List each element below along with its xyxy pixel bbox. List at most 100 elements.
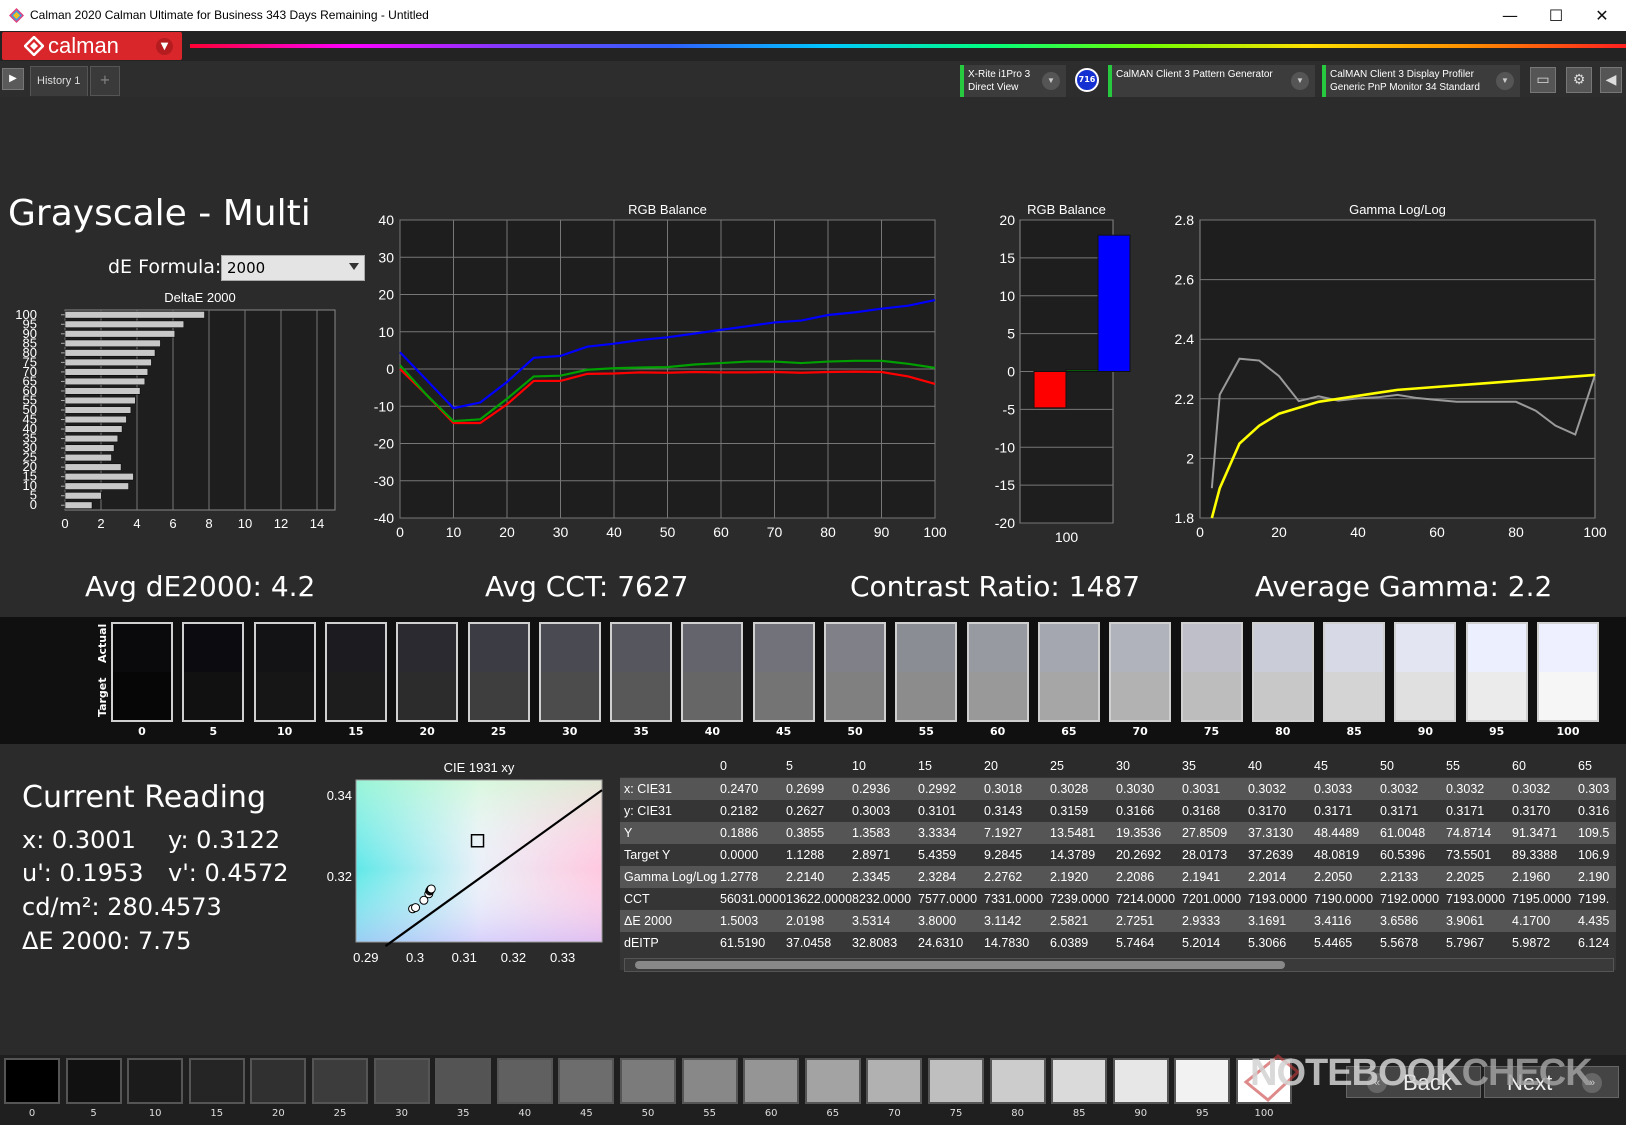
table-row[interactable]: x: CIE31 0.2470 0.2699 0.2936 0.2992 0.3018 0.… (620, 778, 1616, 800)
pattern-swatch[interactable] (558, 1058, 615, 1104)
column-header[interactable]: 0 (720, 759, 727, 773)
pattern-swatch[interactable] (804, 1058, 861, 1104)
grayscale-swatch[interactable] (396, 622, 459, 722)
display-control-icon[interactable]: ▭ (1530, 67, 1556, 93)
table-horizontal-scrollbar[interactable] (624, 958, 1614, 972)
row-header: x: CIE31 (624, 782, 672, 796)
grayscale-swatch[interactable] (610, 622, 673, 722)
grayscale-swatch[interactable] (324, 622, 387, 722)
close-button[interactable]: ✕ (1582, 4, 1622, 28)
chevron-down-icon[interactable]: ▼ (156, 38, 173, 55)
collapse-arrow-icon[interactable]: ◀ (1600, 67, 1622, 93)
pattern-swatch[interactable] (435, 1058, 492, 1104)
table-cell: 7192.0000 (1380, 892, 1440, 906)
column-header[interactable]: 30 (1116, 759, 1130, 773)
pattern-swatch[interactable] (1174, 1058, 1231, 1104)
grayscale-swatch[interactable] (1323, 622, 1386, 722)
page-title: Grayscale - Multi (8, 193, 311, 234)
pattern-swatch[interactable] (620, 1058, 676, 1104)
scrollbar-thumb[interactable] (635, 961, 1285, 969)
pattern-swatch[interactable] (312, 1058, 368, 1104)
pattern-swatch[interactable] (928, 1058, 984, 1104)
grayscale-swatch[interactable] (966, 622, 1029, 722)
pattern-swatch[interactable] (188, 1058, 245, 1104)
pattern-swatch[interactable] (250, 1058, 307, 1104)
grayscale-swatch[interactable] (111, 622, 173, 722)
table-row[interactable]: ΔE 2000 1.5003 2.0198 3.5314 3.8000 3.1142 2.5… (620, 910, 1616, 932)
grayscale-swatch[interactable] (1251, 622, 1314, 722)
column-header[interactable]: 15 (918, 759, 932, 773)
column-header[interactable]: 60 (1512, 759, 1526, 773)
table-row[interactable]: y: CIE31 0.2182 0.2627 0.3003 0.3101 0.3143 0.… (620, 800, 1616, 822)
pattern-swatch[interactable] (681, 1058, 738, 1104)
column-header[interactable]: 45 (1314, 759, 1328, 773)
column-header[interactable]: 55 (1446, 759, 1460, 773)
chevron-down-icon[interactable]: ▼ (1496, 72, 1514, 90)
grayscale-swatch[interactable] (1465, 622, 1528, 722)
table-cell: 0.3018 (984, 782, 1023, 796)
column-header[interactable]: 5 (786, 759, 793, 773)
chevron-down-icon[interactable]: ▼ (1042, 72, 1060, 90)
grayscale-swatch[interactable] (752, 622, 815, 722)
grayscale-swatch[interactable] (253, 622, 316, 722)
play-arrow-icon[interactable]: ▶ (2, 68, 24, 90)
pattern-swatch-label: 40 (518, 1108, 532, 1119)
meter-device-selector[interactable]: X-Rite i1Pro 3 Direct View ▼ (960, 65, 1066, 97)
pattern-swatch[interactable] (127, 1058, 184, 1104)
pattern-swatch[interactable] (373, 1058, 430, 1104)
pattern-swatch[interactable] (866, 1058, 923, 1104)
column-header[interactable]: 40 (1248, 759, 1262, 773)
minimize-button[interactable]: — (1490, 4, 1530, 28)
grayscale-swatch[interactable] (1394, 622, 1457, 722)
grayscale-swatch[interactable] (1537, 622, 1599, 722)
meter-status-badge[interactable]: 716 (1075, 68, 1099, 92)
chevron-down-icon[interactable] (349, 263, 359, 270)
table-row[interactable]: Y 0.1886 0.3855 1.3583 3.3334 7.1927 13.5481 19… (620, 822, 1616, 844)
calman-logo-menu[interactable]: calman ▼ (2, 32, 182, 60)
table-cell: 2.3345 (852, 870, 891, 884)
display-profiler-selector[interactable]: CalMAN Client 3 Display Profiler Generic… (1322, 65, 1520, 97)
pattern-swatch[interactable] (496, 1058, 553, 1104)
table-row[interactable]: Gamma Log/Log 1.2778 2.2140 2.3345 2.3284 2.2… (620, 866, 1616, 888)
grayscale-swatch[interactable] (895, 622, 958, 722)
table-cell: 7193.0000 (1248, 892, 1308, 906)
pattern-swatch[interactable] (1051, 1058, 1108, 1104)
pattern-swatch[interactable] (1112, 1058, 1169, 1104)
table-cell: 0.3031 (1182, 782, 1221, 796)
pattern-generator-selector[interactable]: CalMAN Client 3 Pattern Generator ▼ (1108, 65, 1315, 97)
grayscale-swatch[interactable] (1037, 622, 1100, 722)
grayscale-swatch[interactable] (467, 622, 530, 722)
pattern-swatch[interactable] (65, 1058, 122, 1104)
column-header[interactable]: 20 (984, 759, 998, 773)
pattern-swatch[interactable] (4, 1058, 60, 1104)
column-header[interactable]: 35 (1182, 759, 1196, 773)
column-header[interactable]: 10 (852, 759, 866, 773)
pattern-swatch[interactable] (989, 1058, 1046, 1104)
grayscale-swatch[interactable] (681, 622, 744, 722)
gear-icon[interactable]: ⚙ (1566, 67, 1592, 93)
table-cell: 48.4489 (1314, 826, 1360, 840)
add-tab-button[interactable]: + (90, 66, 120, 96)
grayscale-swatch[interactable] (824, 622, 886, 722)
de-formula-select[interactable]: 2000 (221, 255, 365, 281)
table-row[interactable]: Target Y 0.0000 1.1288 2.8971 5.4359 9.2845 14… (620, 844, 1616, 866)
grayscale-swatch[interactable] (1180, 622, 1243, 722)
grayscale-swatch[interactable] (182, 622, 245, 722)
chevron-down-icon[interactable]: ▼ (1291, 72, 1309, 90)
deltae-bar (64, 358, 152, 366)
table-cell: 1.5003 (720, 914, 759, 928)
column-header[interactable]: 50 (1380, 759, 1394, 773)
column-header[interactable]: 65 (1578, 759, 1592, 773)
grayscale-swatch[interactable] (1109, 622, 1172, 722)
pattern-swatch[interactable] (743, 1058, 800, 1104)
grayscale-swatch[interactable] (538, 622, 601, 722)
x-tick-label: 30 (553, 524, 569, 540)
table-row[interactable]: CCT 56031.0000 13622.0000 8232.0000 7577.000… (620, 888, 1616, 910)
table-cell: 0.3159 (1050, 804, 1089, 818)
x-tick-label: 50 (660, 524, 676, 540)
x-tick-label: 10 (446, 524, 462, 540)
tab-history-1[interactable]: History 1 (30, 66, 88, 96)
table-row[interactable]: dEITP 61.5190 37.0458 32.8083 24.6310 14.7830… (620, 932, 1616, 954)
maximize-button[interactable]: ☐ (1536, 4, 1576, 28)
column-header[interactable]: 25 (1050, 759, 1064, 773)
